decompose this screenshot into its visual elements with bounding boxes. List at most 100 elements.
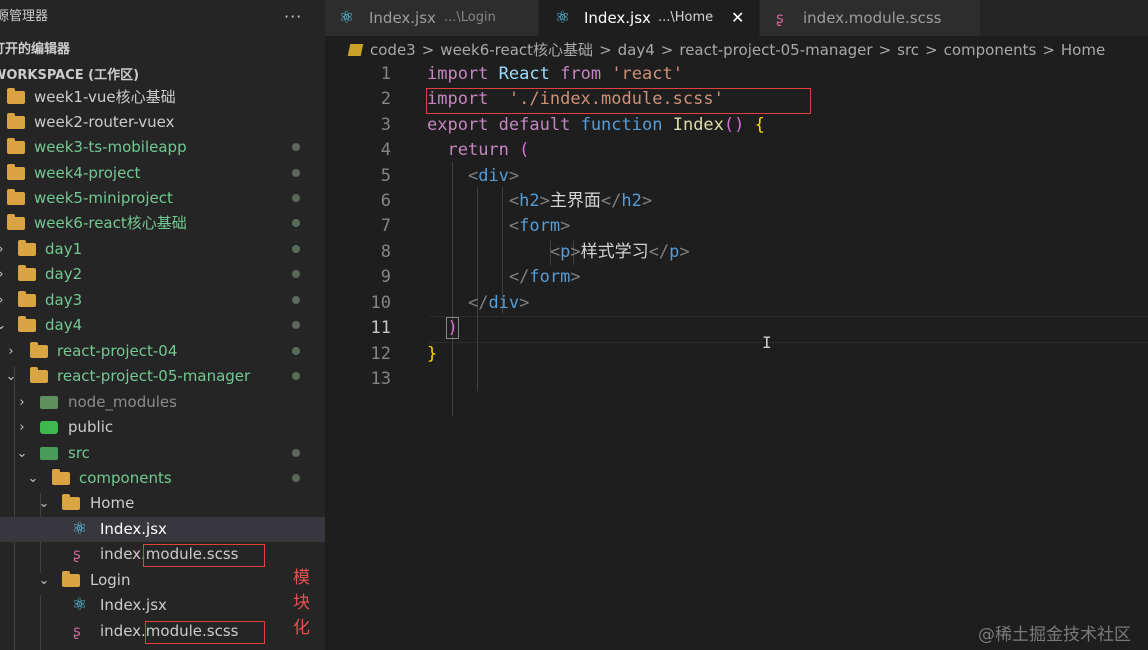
line-number: 8 <box>380 242 391 262</box>
chevron-down-icon: ⌄ <box>38 496 50 511</box>
punctuation: } <box>427 344 438 364</box>
text-cursor-icon: I <box>762 333 772 352</box>
git-status-dot <box>292 372 300 380</box>
tree-folder-week5[interactable]: week5-miniproject <box>0 186 325 211</box>
tree-label: Index.jsx <box>100 520 167 538</box>
close-icon[interactable]: ✕ <box>731 0 744 36</box>
punctuation: > <box>519 293 530 313</box>
chevron-down-icon: ⌄ <box>38 573 50 588</box>
code-line: </div> <box>427 291 529 316</box>
breadcrumb-item[interactable]: react-project-05-manager <box>679 41 872 59</box>
tab-index-module-scss[interactable]: ʂ index.module.scss <box>760 0 980 36</box>
jsx-tag: p <box>560 242 571 262</box>
folder-open-icon <box>18 316 36 332</box>
tree-label: node_modules <box>68 393 177 411</box>
tree-folder-week4[interactable]: week4-project <box>0 161 325 186</box>
keyword: default <box>498 115 571 135</box>
git-status-dot <box>292 296 300 304</box>
code-line: export default function Index() { <box>427 113 765 138</box>
chevron-right-icon: › <box>19 395 25 410</box>
jsx-tag: p <box>669 242 680 262</box>
tree-folder-react-project-05[interactable]: ⌄ react-project-05-manager <box>0 364 325 389</box>
code-editor[interactable]: 1 2 3 4 5 6 7 8 9 10 11 12 13 import Rea… <box>325 62 1148 650</box>
breadcrumb-item[interactable]: code3 <box>370 41 416 59</box>
tree-file-home-index-jsx[interactable]: ⚛ Index.jsx <box>0 517 325 542</box>
chevron-down-icon: ⌄ <box>0 318 7 333</box>
tree-folder-public[interactable]: › public <box>0 415 325 440</box>
punctuation: > <box>560 216 571 236</box>
line-number: 5 <box>380 166 391 186</box>
folder-icon <box>7 113 25 129</box>
tree-folder-node-modules[interactable]: › node_modules <box>0 390 325 415</box>
tree-folder-src[interactable]: ⌄ src <box>0 441 325 466</box>
jsx-tag: div <box>488 293 520 313</box>
folder-icon <box>18 240 36 256</box>
line-number: 7 <box>380 216 391 236</box>
folder-open-icon <box>30 367 48 383</box>
react-icon: ⚛ <box>72 519 88 539</box>
breadcrumb-item[interactable]: components <box>944 41 1037 59</box>
tree-folder-week3[interactable]: week3-ts-mobileapp <box>0 135 325 160</box>
tree-label: public <box>68 418 114 436</box>
punctuation: < <box>508 216 520 236</box>
git-status-dot <box>292 270 300 278</box>
tree-label: week4-project <box>34 164 141 182</box>
punctuation: { <box>754 115 765 135</box>
git-status-dot <box>292 321 300 329</box>
breadcrumb-item[interactable]: Home <box>1061 41 1105 59</box>
current-line-highlight <box>429 316 1148 343</box>
line-number: 12 <box>370 344 391 364</box>
tree-folder-day2[interactable]: › day2 <box>0 262 325 287</box>
punctuation: > <box>679 242 690 262</box>
folder-icon <box>7 189 25 205</box>
breadcrumb-item[interactable]: week6-react核心基础 <box>440 41 593 59</box>
breadcrumb-item[interactable]: src <box>897 41 919 59</box>
punctuation: < <box>508 191 520 211</box>
folder-open-icon <box>7 214 25 230</box>
tree-folder-react-project-04[interactable]: › react-project-04 <box>0 339 325 364</box>
git-status-dot <box>292 143 300 151</box>
tree-file-login-index-jsx[interactable]: ⚛ Index.jsx <box>0 593 325 618</box>
sass-icon: ʂ <box>73 545 81 563</box>
tree-label: day3 <box>45 291 83 309</box>
line-number: 13 <box>370 369 391 389</box>
open-editors-section[interactable]: 打开的编辑器 <box>0 38 70 62</box>
line-number: 3 <box>380 115 391 135</box>
breadcrumb-item[interactable]: day4 <box>618 41 655 59</box>
tree-label: week2-router-vuex <box>34 113 175 131</box>
tree-folder-week2[interactable]: week2-router-vuex <box>0 110 325 135</box>
tree-label: src <box>68 444 90 462</box>
editor-tab-bar: ⚛ Index.jsx ...\Login ⚛ Index.jsx ...\Ho… <box>325 0 1148 36</box>
explorer-header: 源管理器 ··· <box>0 0 325 34</box>
tree-label: react-project-04 <box>57 342 178 360</box>
tree-label: week3-ts-mobileapp <box>34 138 187 156</box>
tree-label: Index.jsx <box>100 596 167 614</box>
explorer-sidebar: 源管理器 ··· 打开的编辑器 WORKSPACE (工作区) week1-vu… <box>0 0 325 650</box>
highlight-box <box>145 621 265 644</box>
sass-icon: ʂ <box>776 9 784 27</box>
more-actions-icon[interactable]: ··· <box>284 0 302 34</box>
chevron-right-icon: › <box>0 237 8 262</box>
react-icon: ⚛ <box>339 8 355 28</box>
tree-folder-components[interactable]: ⌄ components <box>0 466 325 491</box>
tab-login-index[interactable]: ⚛ Index.jsx ...\Login <box>325 0 538 36</box>
tab-home-index[interactable]: ⚛ Index.jsx ...\Home ✕ <box>539 0 759 36</box>
punctuation: > <box>539 191 550 211</box>
tree-label: week6-react核心基础 <box>34 214 187 232</box>
code-line: </form> <box>427 265 581 290</box>
tree-folder-home[interactable]: ⌄ Home <box>0 491 325 516</box>
string: 'react' <box>611 64 683 84</box>
react-icon: ⚛ <box>555 8 571 28</box>
tree-folder-week1[interactable]: week1-vue核心基础 <box>0 85 325 110</box>
tree-folder-day1[interactable]: › day1 <box>0 237 325 262</box>
tree-label: day1 <box>45 240 83 258</box>
tree-folder-day4[interactable]: ⌄ day4 <box>0 313 325 338</box>
tab-label: index.module.scss <box>803 9 942 27</box>
keyword: from <box>560 64 602 84</box>
chevron-right-icon: > <box>599 41 612 59</box>
tree-folder-login[interactable]: ⌄ Login <box>0 568 325 593</box>
tree-folder-day3[interactable]: › day3 <box>0 288 325 313</box>
punctuation: </ <box>600 191 622 211</box>
punctuation: > <box>570 267 581 287</box>
tree-folder-week6[interactable]: week6-react核心基础 <box>0 211 325 236</box>
